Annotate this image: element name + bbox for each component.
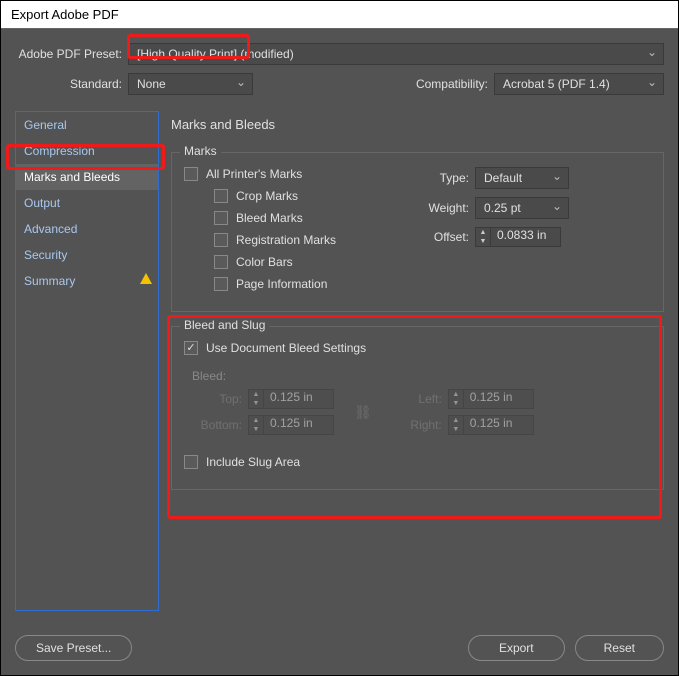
all-printers-marks-label: All Printer's Marks: [206, 167, 302, 181]
type-label: Type:: [419, 171, 469, 185]
marks-fieldset: Marks All Printer's Marks Crop Marks Ble…: [171, 152, 664, 312]
sidebar-item-label: Compression: [24, 144, 95, 158]
registration-marks-label: Registration Marks: [236, 233, 336, 247]
bleed-marks-label: Bleed Marks: [236, 211, 303, 225]
crop-marks-checkbox[interactable]: [214, 189, 228, 203]
bleed-slug-legend: Bleed and Slug: [180, 318, 269, 332]
type-dropdown[interactable]: Default: [475, 167, 569, 189]
offset-stepper[interactable]: ▲▼: [475, 227, 491, 247]
sidebar-item-general[interactable]: General: [16, 112, 158, 138]
export-button[interactable]: Export: [468, 635, 565, 661]
sidebar-item-compression[interactable]: Compression: [16, 138, 158, 164]
sidebar-item-label: General: [24, 118, 67, 132]
bleed-top-stepper[interactable]: ▲▼: [248, 389, 264, 409]
offset-label: Offset:: [419, 230, 469, 244]
sidebar-item-output[interactable]: Output: [16, 190, 158, 216]
chevron-down-icon[interactable]: ▼: [249, 425, 263, 434]
save-preset-label: Save Preset...: [36, 641, 111, 655]
sidebar-item-label: Marks and Bleeds: [24, 170, 120, 184]
standard-value: None: [137, 77, 166, 91]
bleed-bottom-label: Bottom:: [192, 418, 242, 432]
chevron-down-icon[interactable]: ▼: [249, 399, 263, 408]
color-bars-checkbox[interactable]: [214, 255, 228, 269]
sidebar-item-security[interactable]: Security: [16, 242, 158, 268]
offset-input[interactable]: 0.0833 in: [491, 227, 561, 247]
chevron-up-icon[interactable]: ▲: [449, 390, 463, 399]
sidebar-item-advanced[interactable]: Advanced: [16, 216, 158, 242]
preset-label: Adobe PDF Preset:: [15, 47, 122, 61]
type-value: Default: [484, 171, 522, 185]
preset-dropdown[interactable]: [High Quality Print] (modified): [128, 43, 664, 65]
bleed-bottom-input[interactable]: 0.125 in: [264, 415, 334, 435]
page-info-label: Page Information: [236, 277, 327, 291]
bleed-left-label: Left:: [392, 392, 442, 406]
color-bars-label: Color Bars: [236, 255, 293, 269]
weight-label: Weight:: [419, 201, 469, 215]
chevron-up-icon[interactable]: ▲: [476, 228, 490, 237]
reset-label: Reset: [604, 641, 635, 655]
chevron-down-icon[interactable]: ▼: [449, 425, 463, 434]
marks-legend: Marks: [180, 144, 221, 158]
window-titlebar: Export Adobe PDF: [1, 1, 678, 29]
sidebar-item-label: Output: [24, 196, 60, 210]
compat-dropdown[interactable]: Acrobat 5 (PDF 1.4): [494, 73, 664, 95]
compat-value: Acrobat 5 (PDF 1.4): [503, 77, 610, 91]
standard-label: Standard:: [15, 77, 122, 91]
preset-value: [High Quality Print] (modified): [137, 47, 294, 61]
chevron-down-icon[interactable]: ▼: [449, 399, 463, 408]
weight-value: 0.25 pt: [484, 201, 521, 215]
registration-marks-checkbox[interactable]: [214, 233, 228, 247]
sidebar-item-summary[interactable]: Summary: [16, 268, 158, 294]
bleed-left-stepper[interactable]: ▲▼: [448, 389, 464, 409]
bleed-label: Bleed:: [192, 369, 651, 383]
chevron-up-icon[interactable]: ▲: [249, 416, 263, 425]
sidebar: General Compression Marks and Bleeds Out…: [15, 111, 159, 611]
sidebar-item-label: Advanced: [24, 222, 77, 236]
weight-dropdown[interactable]: 0.25 pt: [475, 197, 569, 219]
bleed-marks-checkbox[interactable]: [214, 211, 228, 225]
sidebar-item-label: Summary: [24, 274, 75, 288]
page-title: Marks and Bleeds: [171, 117, 664, 132]
save-preset-button[interactable]: Save Preset...: [15, 635, 132, 661]
bleed-right-input[interactable]: 0.125 in: [464, 415, 534, 435]
bleed-right-stepper[interactable]: ▲▼: [448, 415, 464, 435]
bleed-top-input[interactable]: 0.125 in: [264, 389, 334, 409]
use-doc-bleed-checkbox[interactable]: [184, 341, 198, 355]
page-info-checkbox[interactable]: [214, 277, 228, 291]
sidebar-item-label: Security: [24, 248, 67, 262]
chevron-up-icon[interactable]: ▲: [449, 416, 463, 425]
sidebar-item-marks-bleeds[interactable]: Marks and Bleeds: [16, 164, 158, 190]
include-slug-checkbox[interactable]: [184, 455, 198, 469]
bleed-bottom-stepper[interactable]: ▲▼: [248, 415, 264, 435]
warning-icon: [140, 273, 152, 284]
bleed-top-label: Top:: [192, 392, 242, 406]
link-icon: ⛓: [354, 404, 372, 421]
standard-dropdown[interactable]: None: [128, 73, 253, 95]
reset-button[interactable]: Reset: [575, 635, 664, 661]
bleed-slug-fieldset: Bleed and Slug Use Document Bleed Settin…: [171, 326, 664, 490]
export-label: Export: [499, 641, 534, 655]
use-doc-bleed-label: Use Document Bleed Settings: [206, 341, 366, 355]
bleed-right-label: Right:: [392, 418, 442, 432]
chevron-up-icon[interactable]: ▲: [249, 390, 263, 399]
window-title: Export Adobe PDF: [11, 7, 119, 22]
include-slug-label: Include Slug Area: [206, 455, 300, 469]
compat-label: Compatibility:: [416, 77, 488, 91]
crop-marks-label: Crop Marks: [236, 189, 298, 203]
all-printers-marks-checkbox[interactable]: [184, 167, 198, 181]
chevron-down-icon[interactable]: ▼: [476, 237, 490, 246]
bleed-left-input[interactable]: 0.125 in: [464, 389, 534, 409]
